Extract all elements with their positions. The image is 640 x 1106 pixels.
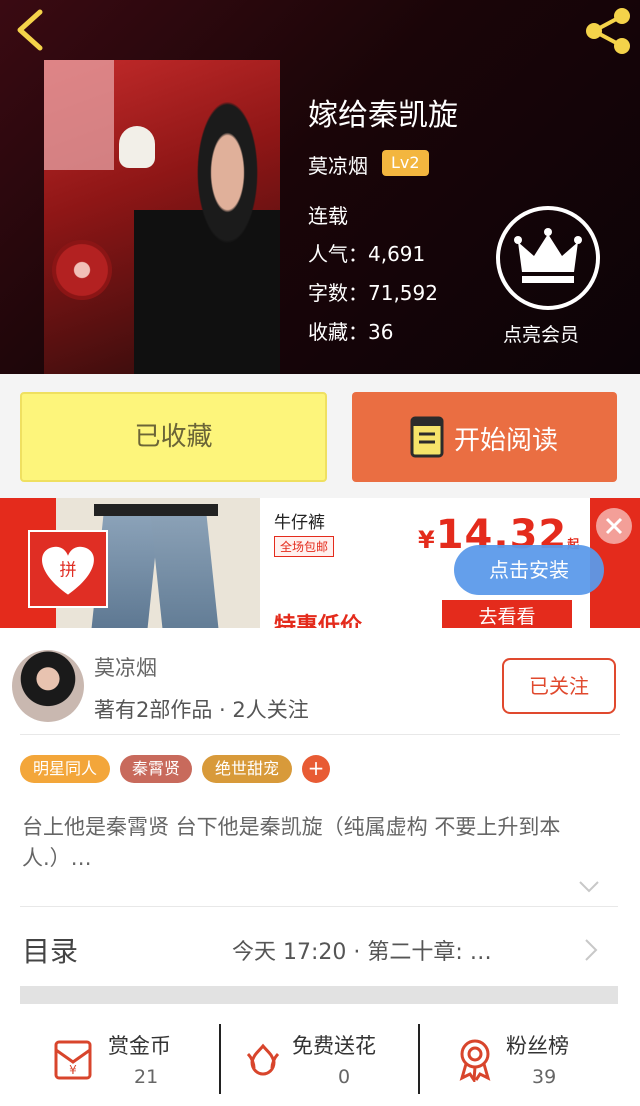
- back-chevron-icon[interactable]: [10, 8, 50, 52]
- jeans-belt: [94, 504, 218, 516]
- author-summary: 著有2部作品 · 2人关注: [94, 698, 309, 722]
- book-cover-image: [44, 60, 280, 374]
- flower-icon: [246, 1043, 280, 1076]
- fan-ranking-label: 粉丝榜: [506, 1034, 569, 1058]
- tip-coins-label: 赏金币: [108, 1034, 171, 1058]
- stat-label: 人气：: [308, 242, 368, 266]
- tip-coins-button[interactable]: ¥ 赏金币 21: [46, 1022, 216, 1100]
- tag-qinxiaoxian[interactable]: 秦霄贤: [120, 755, 192, 783]
- stat-label: 收藏：: [308, 320, 368, 344]
- divider: [20, 734, 620, 735]
- ad-product-name: 牛仔裤: [274, 513, 325, 533]
- vip-label[interactable]: 点亮会员: [503, 320, 579, 347]
- toc-latest-chapter[interactable]: 今天 17:20 · 第二十章: …: [232, 934, 492, 966]
- chevron-down-icon[interactable]: [578, 880, 600, 894]
- stat-word-count: 字数：71,592: [308, 277, 438, 306]
- svg-text:拼: 拼: [59, 561, 76, 581]
- ad-view-button[interactable]: 去看看: [442, 600, 572, 628]
- toc-label[interactable]: 目录: [22, 930, 78, 970]
- start-reading-label: 开始阅读: [454, 426, 559, 456]
- stat-value: 36: [368, 320, 394, 344]
- heart-logo-icon: 拼: [42, 546, 94, 595]
- stat-label: 字数：: [308, 281, 368, 305]
- ad-free-shipping-tag: 全场包邮: [274, 536, 335, 557]
- synopsis[interactable]: 台上他是秦霄贤 台下他是秦凯旋（纯属虚构 不要上升到本人.）…: [22, 812, 620, 874]
- tag-mingxing[interactable]: 明星同人: [20, 755, 110, 783]
- ad-install-button[interactable]: 点击安装: [454, 545, 604, 595]
- serial-status: 连载: [308, 204, 348, 228]
- tip-coins-count: 21: [134, 1066, 159, 1088]
- vip-button[interactable]: [496, 206, 600, 310]
- price-symbol: ¥: [418, 526, 436, 554]
- send-flower-button[interactable]: 免费送花 0: [238, 1022, 418, 1100]
- collected-button[interactable]: 已收藏: [20, 392, 327, 482]
- share-icon[interactable]: [582, 6, 634, 56]
- stat-popularity: 人气：4,691: [308, 238, 425, 267]
- author-level-badge: Lv2: [382, 150, 429, 176]
- cover-person: [134, 100, 280, 374]
- bottom-divider: [219, 1024, 221, 1094]
- send-flower-count: 0: [338, 1066, 351, 1088]
- stat-value: 4,691: [368, 242, 426, 266]
- medal-icon: [459, 1039, 491, 1082]
- ad-close-icon[interactable]: [596, 508, 632, 544]
- author-avatar[interactable]: [12, 650, 84, 722]
- book-title: 嫁给秦凯旋: [308, 98, 458, 133]
- jeans-right: [149, 506, 219, 628]
- book-author[interactable]: 莫凉烟: [308, 150, 368, 179]
- start-reading-button[interactable]: 开始阅读: [352, 392, 617, 482]
- tag-sweet[interactable]: 绝世甜宠: [202, 755, 292, 783]
- book-icon: [410, 416, 444, 458]
- bottom-divider: [418, 1024, 420, 1094]
- author-name[interactable]: 莫凉烟: [94, 652, 157, 682]
- cover-ornament: [52, 240, 112, 300]
- book-header: 嫁给秦凯旋 莫凉烟 Lv2 连载 人气：4,691 字数：71,592 收藏：3…: [0, 0, 640, 374]
- fan-ranking-count: 39: [532, 1066, 557, 1088]
- stat-favorites: 收藏：36: [308, 316, 393, 345]
- section-separator: [20, 986, 618, 1004]
- divider: [20, 906, 618, 907]
- crown-icon: [514, 228, 582, 283]
- fan-ranking-button[interactable]: 粉丝榜 39: [448, 1022, 618, 1100]
- ad-info-panel: 牛仔裤 全场包邮 特惠低价: [260, 498, 418, 628]
- close-x: [605, 517, 623, 535]
- pinduoduo-logo: 拼: [28, 530, 108, 608]
- svg-text:¥: ¥: [69, 1063, 77, 1077]
- add-tag-button[interactable]: +: [302, 755, 330, 783]
- red-envelope-icon: ¥: [54, 1040, 92, 1080]
- stat-value: 71,592: [368, 281, 438, 305]
- chevron-right-icon[interactable]: [584, 938, 598, 962]
- ad-special-price: 特惠低价: [274, 614, 363, 628]
- send-flower-label: 免费送花: [292, 1034, 376, 1058]
- cover-poster: [44, 60, 114, 170]
- followed-button[interactable]: 已关注: [502, 658, 616, 714]
